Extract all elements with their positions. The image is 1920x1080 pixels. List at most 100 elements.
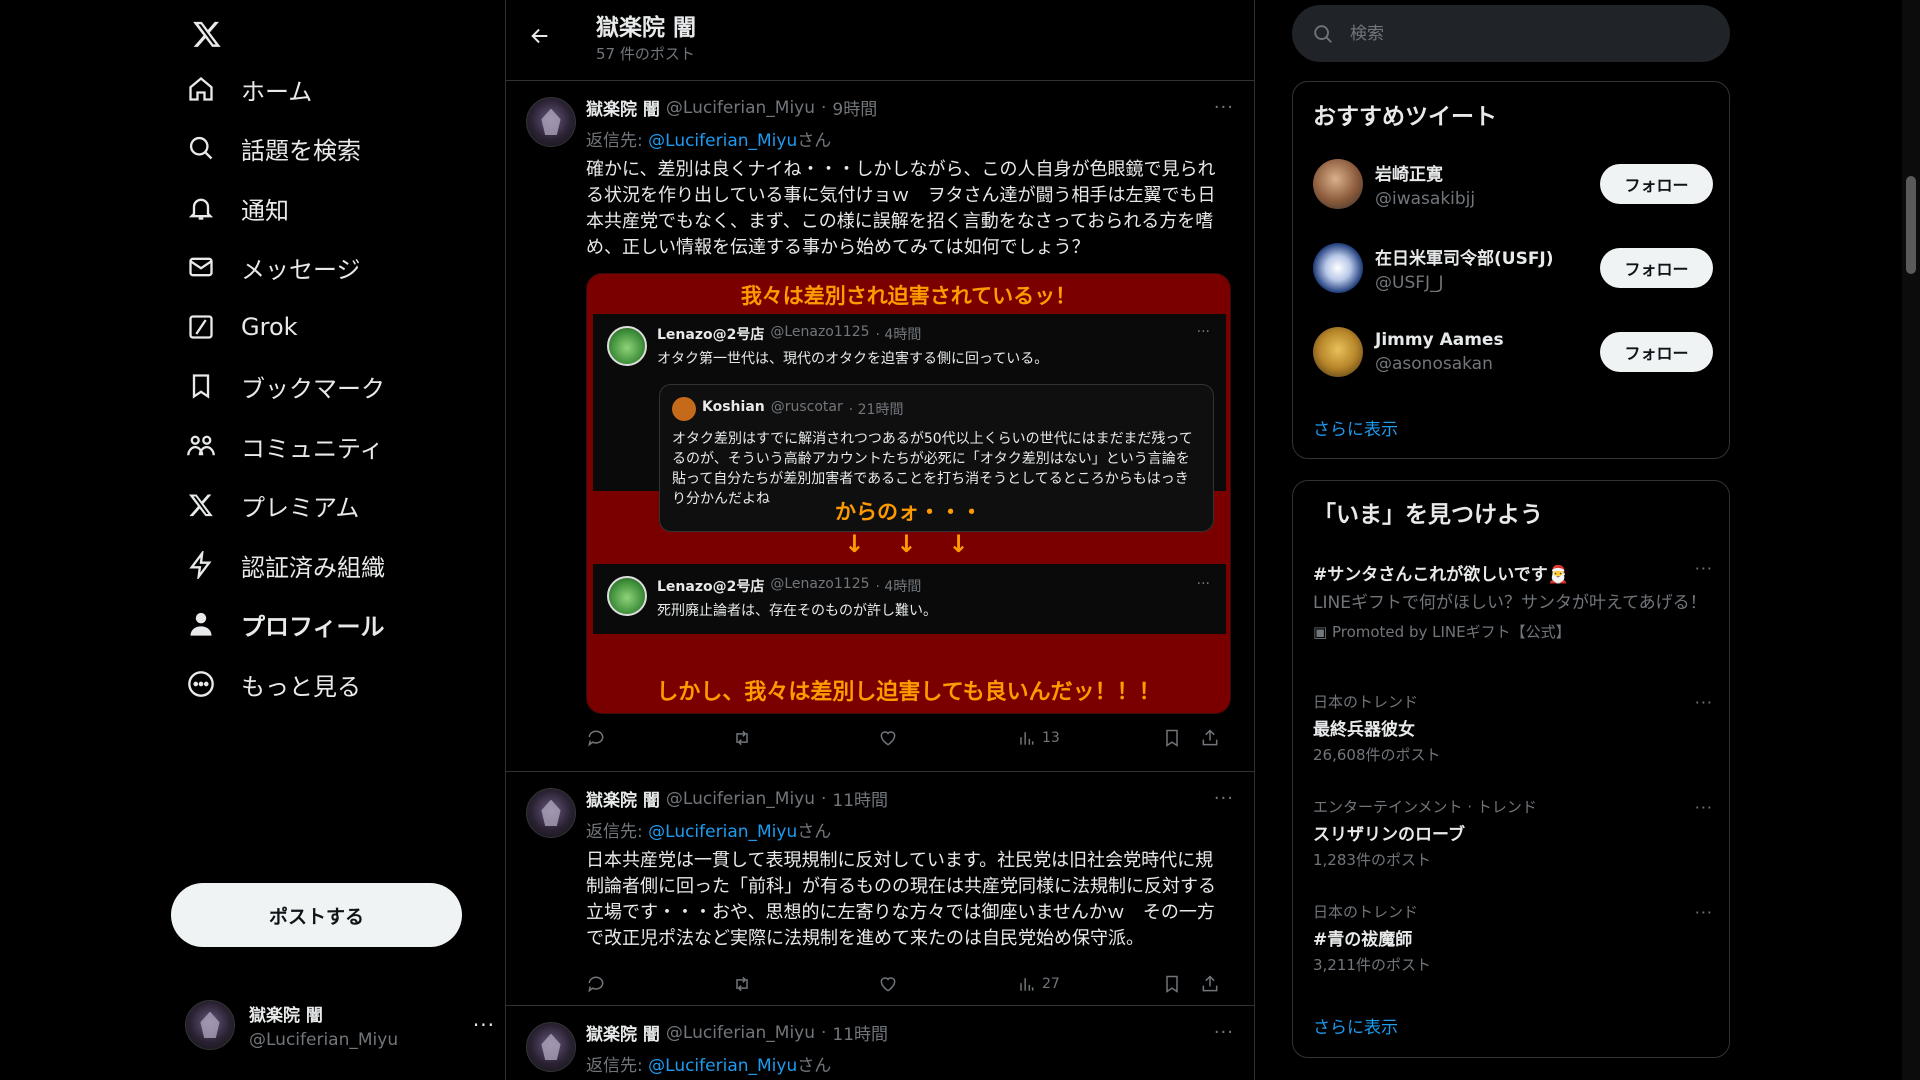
show-more-link[interactable]: さらに表示	[1313, 1013, 1398, 1038]
more-icon[interactable]: ···	[473, 1013, 495, 1037]
trend-item[interactable]: 日本のトレンド 最終兵器彼女 26,608件のポスト ···	[1313, 691, 1713, 765]
nav-item-grok[interactable]: Grok	[171, 297, 312, 357]
search-box[interactable]	[1292, 5, 1730, 62]
embedded-more-icon: ···	[1196, 576, 1210, 592]
tweet-time[interactable]: 11時間	[832, 786, 888, 811]
share-icon	[1202, 729, 1218, 746]
suggestion-handle[interactable]: @asonosakan	[1375, 354, 1504, 374]
suggestion-name[interactable]: 在日米軍司令部(USFJ)	[1375, 244, 1554, 269]
reply-to: 返信先: @Luciferian_Miyuさん	[586, 817, 1234, 842]
views-button[interactable]: 13	[1016, 728, 1162, 748]
heart-icon	[880, 977, 896, 992]
tweet[interactable]: 獄楽院 闇 @Luciferian_Miyu · 11時間 ··· 返信先: @…	[506, 772, 1254, 1006]
reply-suffix: さん	[797, 131, 832, 151]
follow-button[interactable]: フォロー	[1600, 332, 1713, 372]
like-button[interactable]	[878, 974, 1016, 994]
follow-suggestion[interactable]: Jimmy Aames @asonosakan フォロー	[1313, 324, 1713, 380]
person-icon	[185, 608, 217, 640]
tweet-handle[interactable]: @Luciferian_Miyu	[666, 98, 815, 118]
share-button[interactable]	[1200, 728, 1220, 748]
home-icon	[185, 73, 217, 105]
back-arrow-icon[interactable]	[520, 16, 560, 56]
avatar[interactable]	[1313, 159, 1363, 209]
suggestion-handle[interactable]: @iwasakibjj	[1375, 189, 1475, 209]
nav-item-messages[interactable]: メッセージ	[171, 237, 375, 297]
nav-item-communities[interactable]: コミュニティ	[171, 416, 398, 476]
reply-prefix: 返信先:	[586, 822, 649, 842]
more-icon[interactable]: ···	[1695, 798, 1713, 817]
reply-suffix: さん	[797, 822, 832, 842]
more-icon[interactable]: ···	[1695, 559, 1713, 578]
account-switcher[interactable]: 獄楽院 闇 @Luciferian_Miyu ···	[185, 995, 495, 1055]
avatar[interactable]	[526, 788, 576, 838]
share-button[interactable]	[1200, 974, 1220, 994]
bookmark-button[interactable]	[1162, 974, 1200, 994]
tweet-time[interactable]: 9時間	[832, 95, 877, 120]
like-button[interactable]	[878, 728, 1016, 748]
reply-button[interactable]	[586, 728, 732, 748]
tweet-handle[interactable]: @Luciferian_Miyu	[666, 1023, 815, 1043]
search-input[interactable]	[1350, 23, 1680, 44]
repost-icon	[736, 730, 748, 746]
more-icon[interactable]: ···	[1695, 903, 1713, 922]
tweet[interactable]: 獄楽院 闇 @Luciferian_Miyu · 11時間 ··· 返信先: @…	[506, 1006, 1254, 1080]
views-button[interactable]: 27	[1016, 974, 1162, 994]
suggestion-handle[interactable]: @USFJ_J	[1375, 273, 1554, 293]
tweet-text: 確かに、差別は良くナイね・・・しかしながら、この人自身が色眼鏡で見られる状況を作…	[586, 159, 1216, 258]
tweet[interactable]: 獄楽院 闇 @Luciferian_Miyu · 9時間 ··· 返信先: @L…	[506, 81, 1254, 772]
nav-item-more[interactable]: もっと見る	[171, 654, 375, 714]
tweet-handle[interactable]: @Luciferian_Miyu	[666, 789, 815, 809]
show-more-link[interactable]: さらに表示	[1313, 415, 1398, 440]
page-scrollbar[interactable]	[1902, 0, 1920, 1080]
x-logo-icon[interactable]	[185, 12, 229, 56]
repost-button[interactable]	[732, 974, 878, 994]
nav-item-explore[interactable]: 話題を検索	[171, 118, 375, 178]
follow-suggestion[interactable]: 岩崎正寛 @iwasakibjj フォロー	[1313, 156, 1713, 212]
nav-label: もっと見る	[241, 672, 361, 701]
tweet-display-name[interactable]: 獄楽院 闇	[586, 1020, 660, 1045]
reply-icon	[588, 976, 604, 993]
avatar[interactable]	[526, 1022, 576, 1072]
reply-mention-link[interactable]: @Luciferian_Miyu	[648, 131, 797, 151]
suggestion-name[interactable]: 岩崎正寛	[1375, 160, 1475, 185]
promoted-by-label: Promoted by LINEギフト【公式】	[1331, 623, 1571, 641]
avatar[interactable]	[1313, 327, 1363, 377]
heart-icon	[880, 731, 896, 746]
reply-icon	[588, 730, 604, 747]
scrollbar-thumb[interactable]	[1906, 176, 1916, 274]
more-icon[interactable]: ···	[1695, 693, 1713, 712]
repost-button[interactable]	[732, 728, 878, 748]
reply-mention-link[interactable]: @Luciferian_Miyu	[648, 822, 797, 842]
reply-button[interactable]	[586, 974, 732, 994]
more-icon[interactable]: ···	[1214, 1022, 1234, 1043]
promoted-trend[interactable]: #サンタさんこれが欲しいです🎅 LINEギフトで何がほしい？サンタが叶えてあげる…	[1313, 557, 1713, 642]
avatar[interactable]	[526, 97, 576, 147]
avatar[interactable]	[1313, 243, 1363, 293]
embedded-avatar	[607, 576, 647, 616]
tweet-display-name[interactable]: 獄楽院 闇	[586, 786, 660, 811]
trend-item[interactable]: 日本のトレンド #青の祓魔師 3,211件のポスト ···	[1313, 901, 1713, 975]
nav-item-home[interactable]: ホーム	[171, 59, 326, 119]
post-button[interactable]: ポストする	[171, 883, 462, 947]
tweet-image[interactable]: 我々は差別され迫害されているッ！ Lenazo@2号店 @Lenazo1125 …	[586, 273, 1231, 714]
nav-item-premium[interactable]: プレミアム	[171, 475, 373, 535]
promoted-icon: ▣	[1313, 623, 1332, 641]
tweet-display-name[interactable]: 獄楽院 闇	[586, 95, 660, 120]
follow-button[interactable]: フォロー	[1600, 164, 1713, 204]
right-sidebar: おすすめツイート 岩崎正寛 @iwasakibjj フォロー 在日米軍司令部(US…	[1292, 0, 1730, 1080]
nav-item-bookmarks[interactable]: ブックマーク	[171, 356, 399, 416]
nav-item-notifications[interactable]: 通知	[171, 178, 303, 238]
suggestion-name[interactable]: Jimmy Aames	[1375, 330, 1504, 350]
follow-suggestion[interactable]: 在日米軍司令部(USFJ) @USFJ_J フォロー	[1313, 240, 1713, 296]
tweet-time[interactable]: 11時間	[832, 1020, 888, 1045]
separator: ·	[821, 1022, 827, 1043]
nav-item-profile[interactable]: プロフィール	[171, 594, 399, 654]
trend-item[interactable]: エンターテインメント · トレンド スリザリンのローブ 1,283件のポスト ·…	[1313, 796, 1713, 870]
more-icon[interactable]: ···	[1214, 788, 1234, 809]
reply-mention-link[interactable]: @Luciferian_Miyu	[648, 1056, 797, 1076]
x-logo-icon	[185, 489, 217, 521]
follow-button[interactable]: フォロー	[1600, 248, 1713, 288]
more-icon[interactable]: ···	[1214, 97, 1234, 118]
nav-item-verified-orgs[interactable]: 認証済み組織	[171, 535, 399, 595]
bookmark-button[interactable]	[1162, 728, 1200, 748]
